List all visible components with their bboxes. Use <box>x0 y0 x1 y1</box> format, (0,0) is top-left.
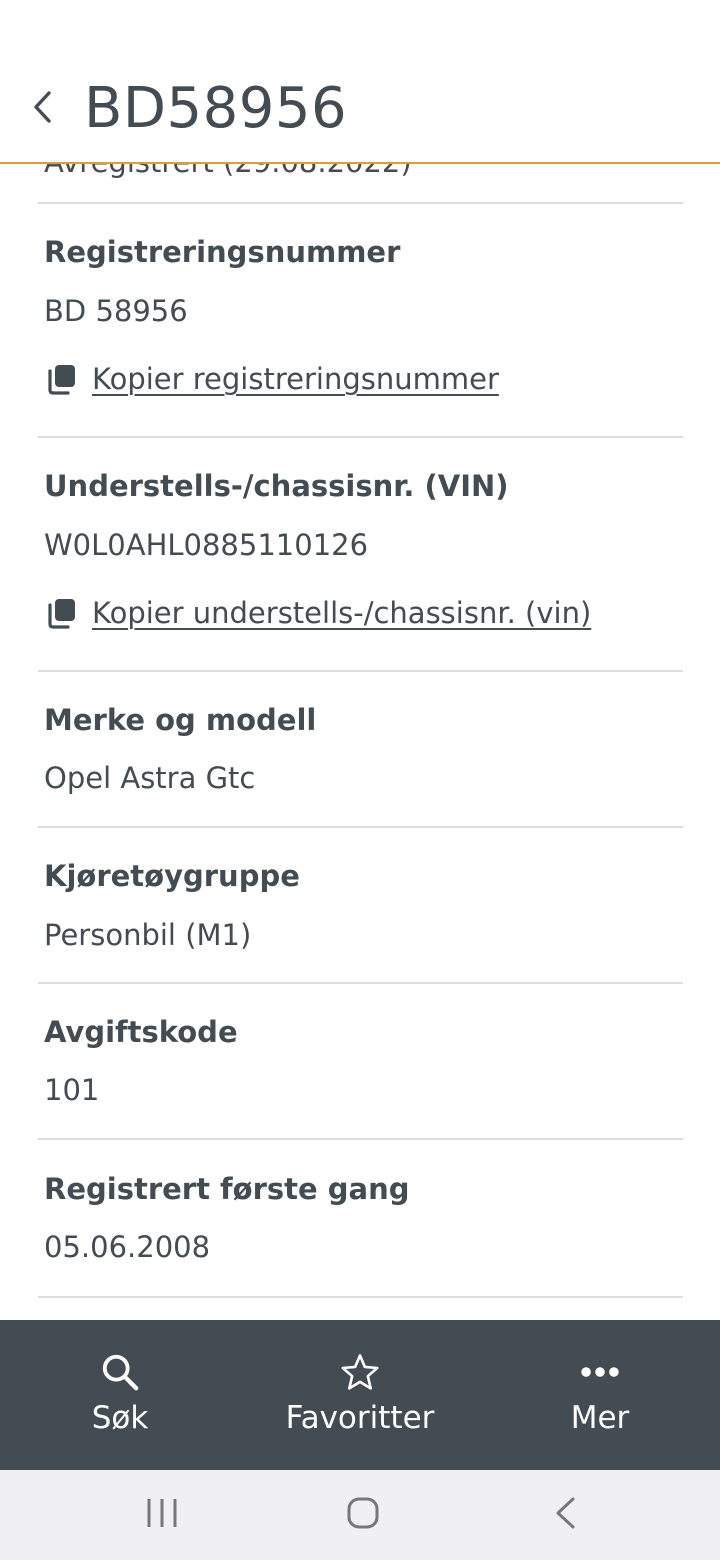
divider <box>38 436 683 438</box>
copy-icon <box>44 362 78 396</box>
app-header: BD58956 <box>0 0 720 164</box>
home-icon <box>346 1496 380 1534</box>
bottom-navigation: Søk Favoritter Mer <box>0 1320 720 1470</box>
search-icon <box>100 1350 140 1394</box>
fee-code-label: Avgiftskode <box>44 1015 238 1049</box>
copy-icon <box>44 596 78 630</box>
divider <box>38 982 683 984</box>
nav-favorites-label: Favoritter <box>285 1400 435 1436</box>
copy-vin-label: Kopier understells-/chassisnr. (vin) <box>92 596 592 630</box>
vin-value: W0L0AHL0885110126 <box>44 528 369 562</box>
vehicle-details-list[interactable]: Avregistrert (29.08.2022) Registreringsn… <box>0 164 720 1320</box>
nav-more-button[interactable]: Mer <box>480 1320 720 1470</box>
reg-number-label: Registreringsnummer <box>44 235 401 269</box>
deregistered-status-text: Avregistrert (29.08.2022) <box>44 164 412 182</box>
reg-number-value: BD 58956 <box>44 294 188 328</box>
divider <box>38 1138 683 1140</box>
divider <box>38 1296 683 1298</box>
copy-reg-number-label: Kopier registreringsnummer <box>92 362 499 396</box>
system-navigation-bar <box>0 1470 720 1560</box>
fee-code-value: 101 <box>44 1073 100 1107</box>
recent-apps-button[interactable] <box>132 1494 192 1536</box>
vehicle-group-value: Personbil (M1) <box>44 918 252 952</box>
nav-search-label: Søk <box>91 1400 149 1436</box>
more-dots-icon <box>580 1350 620 1394</box>
recent-apps-icon <box>145 1497 179 1533</box>
copy-vin-link[interactable]: Kopier understells-/chassisnr. (vin) <box>44 593 591 633</box>
system-back-button[interactable] <box>535 1494 595 1536</box>
copy-reg-number-link[interactable]: Kopier registreringsnummer <box>44 359 499 399</box>
first-registered-label: Registrert første gang <box>44 1172 410 1206</box>
page-title: BD58956 <box>84 76 348 141</box>
vin-label: Understells-/chassisnr. (VIN) <box>44 469 509 503</box>
divider <box>38 202 683 204</box>
chevron-left-icon <box>31 90 53 128</box>
make-model-label: Merke og modell <box>44 703 317 737</box>
nav-search-button[interactable]: Søk <box>0 1320 240 1470</box>
first-registered-value: 05.06.2008 <box>44 1230 211 1264</box>
star-icon <box>340 1350 380 1394</box>
nav-more-label: Mer <box>570 1400 630 1436</box>
make-model-value: Opel Astra Gtc <box>44 761 256 795</box>
nav-favorites-button[interactable]: Favoritter <box>240 1320 480 1470</box>
divider <box>38 826 683 828</box>
home-button[interactable] <box>333 1494 393 1536</box>
divider <box>38 670 683 672</box>
back-button[interactable] <box>22 86 62 132</box>
vehicle-group-label: Kjøretøygruppe <box>44 859 300 893</box>
system-back-icon <box>553 1496 577 1534</box>
